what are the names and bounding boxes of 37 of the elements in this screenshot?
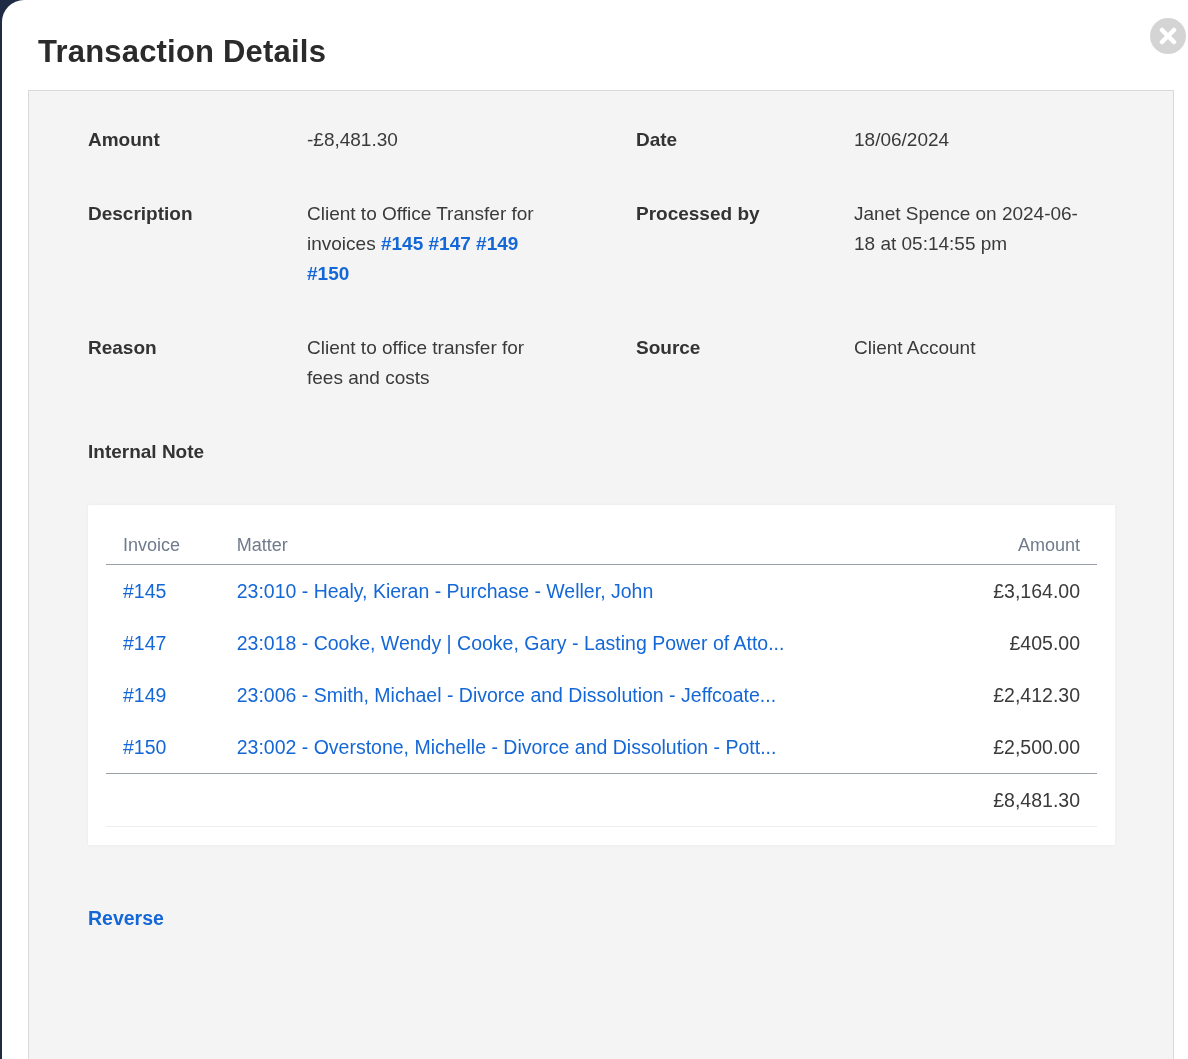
invoice-link[interactable]: #150 [123, 736, 167, 758]
matter-link[interactable]: 23:006 - Smith, Michael - Divorce and Dissolution - Jeffcoate... [236, 684, 777, 706]
invoice-link[interactable]: #145 [123, 580, 167, 602]
amount-cell-text: £2,412.30 [992, 683, 1081, 708]
field-value: Janet Spence on 2024-06-18 at 05:14:55 pm [854, 202, 1079, 256]
invoice-link[interactable]: #147 [123, 632, 167, 654]
field-label: Internal Note [88, 440, 206, 464]
field-value: Client to office transfer for fees and costs [307, 336, 526, 390]
field-label: Description [88, 202, 194, 226]
invoice-link[interactable]: #150 [307, 263, 350, 284]
amount-cell: £3,164.00 [946, 564, 1097, 617]
close-button[interactable] [1150, 18, 1186, 54]
close-icon [1159, 27, 1177, 45]
total-amount: £8,481.30 [946, 773, 1097, 827]
matter-link[interactable]: 23:018 - Cooke, Wendy | Cooke, Gary - Lasting Power of Atto... [236, 632, 785, 654]
field-value: Client Account [854, 336, 977, 360]
field-label: Processed by [636, 202, 761, 226]
matter-link[interactable]: 23:002 - Overstone, Michelle - Divorce and Dissolution - Pott... [236, 736, 777, 758]
column-header: Amount [946, 527, 1097, 565]
field-value: 18/06/2024 [854, 128, 951, 152]
field-value: Client to Office Transfer for invoices #145 #147 #149 #150 [307, 202, 535, 286]
field-label: Reason [88, 336, 158, 360]
column-header: Invoice [106, 527, 220, 565]
field-label: Source [636, 336, 702, 360]
field-value: -£8,481.30 [307, 128, 399, 152]
reverse-link[interactable]: Reverse [88, 907, 164, 930]
amount-cell-text: £405.00 [1008, 631, 1081, 656]
matter-link[interactable]: 23:010 - Healy, Kieran - Purchase - Weller, John [236, 580, 654, 602]
invoice-link[interactable]: #147 [428, 233, 471, 254]
field-label: Date [636, 128, 679, 152]
invoice-link[interactable]: #145 [380, 233, 424, 254]
column-header: Matter [219, 527, 947, 565]
amount-cell: £2,500.00 [946, 721, 1097, 774]
invoice-link[interactable]: #149 [123, 684, 167, 706]
field-label: Amount [88, 128, 161, 152]
invoice-link[interactable]: #149 [476, 233, 519, 254]
dialog-title: Transaction Details [38, 34, 327, 70]
